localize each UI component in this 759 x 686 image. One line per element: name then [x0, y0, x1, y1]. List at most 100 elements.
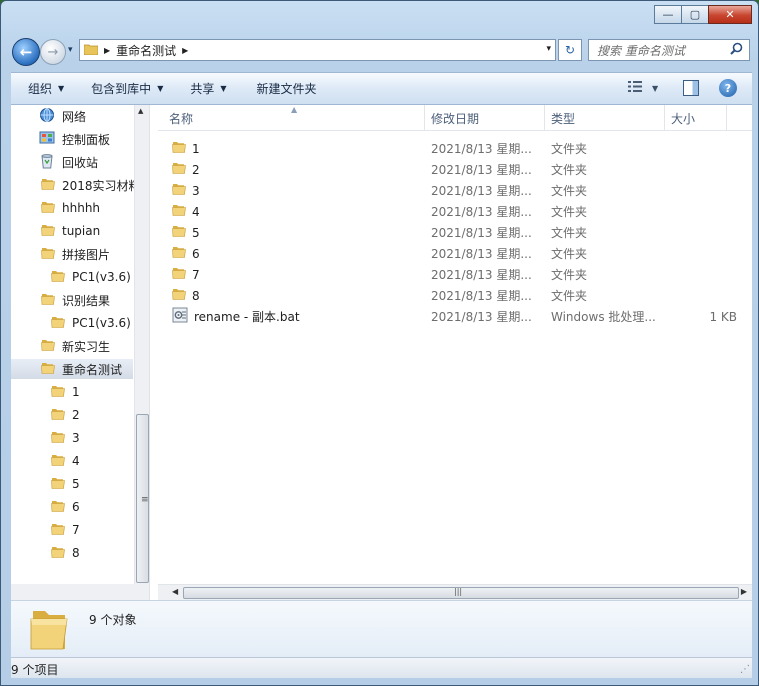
- breadcrumb-chevron-icon[interactable]: ▶: [182, 46, 188, 55]
- folder-icon: [172, 161, 186, 178]
- column-name[interactable]: 名称: [164, 105, 425, 131]
- preview-pane-button[interactable]: [683, 80, 699, 96]
- forward-button[interactable]: →: [40, 39, 66, 65]
- breadcrumb-chevron-icon[interactable]: ▶: [104, 46, 110, 55]
- file-name-cell: 7: [172, 266, 200, 283]
- file-row[interactable]: 8 2021/8/13 星期... 文件夹: [158, 285, 752, 306]
- sidebar-item[interactable]: 2018实习材料: [41, 175, 141, 195]
- pane-splitter[interactable]: [149, 105, 158, 600]
- folder-icon: [27, 607, 71, 656]
- sidebar-item-label: 重命名测试: [62, 362, 123, 377]
- file-name-cell: 3: [172, 182, 200, 199]
- folder-icon: [41, 177, 55, 194]
- file-row[interactable]: 1 2021/8/13 星期... 文件夹: [158, 138, 752, 159]
- include-in-library-button[interactable]: 包含到库中 ▼: [91, 80, 163, 97]
- sidebar-item[interactable]: tupian: [41, 221, 100, 241]
- navigation-hscrollbar[interactable]: [11, 584, 149, 600]
- sidebar-item[interactable]: 7: [51, 520, 80, 540]
- sidebar-item[interactable]: 识别结果: [41, 290, 110, 310]
- folder-icon: [41, 246, 55, 263]
- sidebar-item[interactable]: 6: [51, 497, 80, 517]
- sidebar-item-label: 回收站: [62, 155, 99, 170]
- file-list-hscrollbar[interactable]: ◀ ||| ▶: [158, 584, 752, 600]
- close-button[interactable]: ✕: [708, 5, 752, 24]
- folder-icon: [41, 292, 55, 309]
- sidebar-item-label: 网络: [62, 109, 87, 124]
- sidebar-item[interactable]: 1: [51, 382, 80, 402]
- sidebar-item-label: 8: [72, 546, 80, 560]
- sidebar-item[interactable]: hhhhh: [41, 198, 100, 218]
- scroll-right-icon[interactable]: ▶: [741, 587, 747, 596]
- share-button[interactable]: 共享 ▼: [190, 80, 226, 97]
- navigation-scrollbar[interactable]: ▲ ≡: [134, 105, 149, 584]
- refresh-button[interactable]: ↻: [558, 39, 582, 61]
- file-name-cell: 2: [172, 161, 200, 178]
- sidebar-item[interactable]: 拼接图片: [41, 244, 110, 264]
- folder-icon: [41, 361, 55, 378]
- scrollbar-thumb[interactable]: ≡: [136, 414, 149, 583]
- search-input[interactable]: [597, 43, 725, 58]
- change-view-button[interactable]: ▼: [628, 81, 658, 96]
- new-folder-button[interactable]: 新建文件夹: [257, 80, 317, 97]
- file-row[interactable]: 4 2021/8/13 星期... 文件夹: [158, 201, 752, 222]
- minimize-button[interactable]: —: [654, 5, 682, 24]
- sidebar-item[interactable]: 新实习生: [41, 336, 110, 356]
- grip-icon: ≡: [141, 495, 149, 505]
- scroll-left-icon[interactable]: ◀: [172, 587, 178, 596]
- file-type: Windows 批处理...: [551, 310, 656, 324]
- folder-icon: [51, 315, 65, 332]
- folder-icon: [51, 407, 65, 424]
- maximize-button[interactable]: ▢: [681, 5, 709, 24]
- folder-icon: [172, 266, 186, 283]
- column-size[interactable]: 大小: [665, 105, 727, 131]
- file-name: 5: [192, 225, 200, 240]
- sidebar-item[interactable]: 网络: [39, 106, 86, 126]
- file-type: 文件夹: [551, 268, 588, 282]
- sidebar-item[interactable]: 2: [51, 405, 80, 425]
- network-icon: [39, 107, 55, 126]
- file-name-cell: 5: [172, 224, 200, 241]
- sidebar-item-label: 2018实习材料: [62, 178, 141, 193]
- sidebar-item[interactable]: 3: [51, 428, 80, 448]
- back-button[interactable]: ←: [12, 38, 40, 66]
- recent-pages-dropdown[interactable]: ▾: [68, 45, 73, 55]
- file-row[interactable]: 5 2021/8/13 星期... 文件夹: [158, 222, 752, 243]
- search-icon[interactable]: [730, 42, 743, 59]
- resize-grip-icon[interactable]: ⋰: [740, 664, 750, 675]
- folder-icon: [172, 203, 186, 220]
- column-header-row: ▲ 名称 修改日期 类型 大小: [158, 105, 752, 131]
- file-date: 2021/8/13 星期...: [431, 142, 532, 156]
- help-button[interactable]: ?: [719, 79, 737, 97]
- sidebar-item[interactable]: PC1(v3.6): [51, 313, 131, 333]
- scroll-up-icon[interactable]: ▲: [138, 107, 143, 115]
- chevron-down-icon[interactable]: ▾: [546, 44, 551, 54]
- control-panel-icon: [39, 130, 55, 149]
- organize-button[interactable]: 组织 ▼: [28, 80, 64, 97]
- sidebar-item[interactable]: 8: [51, 543, 80, 563]
- column-date[interactable]: 修改日期: [425, 105, 545, 131]
- search-box[interactable]: [588, 39, 750, 61]
- scrollbar-thumb[interactable]: |||: [183, 587, 739, 599]
- file-name-cell: 6: [172, 245, 200, 262]
- address-bar[interactable]: ▶ 重命名测试 ▶ ▾: [79, 39, 556, 61]
- details-pane: 9 个对象: [11, 600, 752, 657]
- sidebar-item[interactable]: 重命名测试: [11, 359, 133, 379]
- sidebar-item-label: 控制面板: [62, 132, 111, 147]
- sidebar-item[interactable]: PC1(v3.6): [51, 267, 131, 287]
- sidebar-item[interactable]: 控制面板: [39, 129, 110, 149]
- sidebar-item[interactable]: 5: [51, 474, 80, 494]
- selection-count: 9 个对象: [89, 613, 137, 627]
- grip-icon: |||: [454, 587, 463, 596]
- file-row[interactable]: 7 2021/8/13 星期... 文件夹: [158, 264, 752, 285]
- sidebar-item-label: tupian: [62, 224, 101, 238]
- breadcrumb-item[interactable]: 重命名测试: [116, 42, 176, 59]
- file-row[interactable]: rename - 副本.bat 2021/8/13 星期... Windows 批处…: [158, 306, 752, 327]
- column-type[interactable]: 类型: [545, 105, 665, 131]
- file-row[interactable]: 6 2021/8/13 星期... 文件夹: [158, 243, 752, 264]
- file-row[interactable]: 3 2021/8/13 星期... 文件夹: [158, 180, 752, 201]
- sidebar-item[interactable]: 4: [51, 451, 80, 471]
- sidebar-item[interactable]: 回收站: [39, 152, 98, 172]
- file-date: 2021/8/13 星期...: [431, 184, 532, 198]
- file-name: 6: [192, 246, 200, 261]
- file-row[interactable]: 2 2021/8/13 星期... 文件夹: [158, 159, 752, 180]
